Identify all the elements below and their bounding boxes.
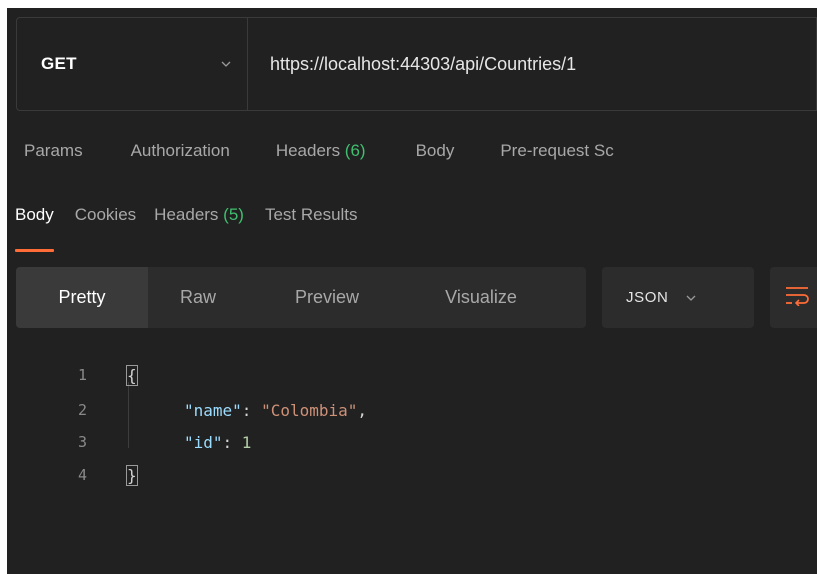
method-label: GET <box>41 54 77 73</box>
code-line-3: 3 "id": 1 <box>7 429 251 455</box>
url-input[interactable]: https://localhost:44303/api/Countries/1 <box>248 18 816 110</box>
pretty-button[interactable]: Pretty <box>16 267 148 328</box>
tab-params[interactable]: Params <box>24 141 83 161</box>
response-tab-body[interactable]: Body <box>15 196 54 252</box>
raw-button[interactable]: Raw <box>148 267 248 328</box>
tab-headers-label: Headers <box>275 141 345 160</box>
chevron-down-icon <box>221 59 231 69</box>
response-tab-test-results-label: Test Results <box>264 205 358 224</box>
request-bar: GET https://localhost:44303/api/Countrie… <box>16 17 817 111</box>
wrap-lines-icon <box>784 284 810 311</box>
format-label: JSON <box>626 289 669 306</box>
view-mode-toggle: Pretty Raw Preview Visualize <box>16 267 586 328</box>
response-headers-count-badge: (5) <box>223 205 244 224</box>
response-tab-headers-label: Headers <box>154 205 224 224</box>
json-comma: , <box>357 400 368 420</box>
code-line-1: 1 { <box>7 362 138 388</box>
code-line-4: 4 } <box>7 462 138 488</box>
preview-button[interactable]: Preview <box>248 267 406 328</box>
tab-headers[interactable]: Headers (6) <box>276 141 366 161</box>
code-line-2-content: "name": "Colombia", <box>184 401 367 420</box>
response-tab-body-label: Body <box>15 205 54 224</box>
response-body-editor[interactable]: 1 { 2 "name": "Colombia", 3 "id": 1 4 } <box>7 348 817 508</box>
response-tab-test-results[interactable]: Test Results <box>265 196 358 252</box>
json-value-name: "Colombia" <box>261 400 358 420</box>
tab-authorization-label: Authorization <box>130 141 230 160</box>
line-number: 3 <box>77 433 87 451</box>
json-key-id: "id" <box>184 432 223 452</box>
wrap-lines-button[interactable] <box>770 267 817 328</box>
chevron-down-icon <box>686 293 696 303</box>
tab-pre-request-script[interactable]: Pre-request Sc <box>500 141 613 161</box>
tab-pre-request-label: Pre-request Sc <box>500 141 614 160</box>
response-tab-headers[interactable]: Headers (5) <box>154 196 244 252</box>
close-brace: } <box>126 464 138 486</box>
open-brace: { <box>126 364 138 386</box>
code-line-3-content: "id": 1 <box>184 433 251 452</box>
tab-authorization[interactable]: Authorization <box>131 141 230 161</box>
tab-body[interactable]: Body <box>416 141 455 161</box>
line-number: 4 <box>77 466 87 484</box>
indent-guide <box>128 382 129 448</box>
response-tabs: Body Cookies Headers (5) Test Results <box>7 196 358 256</box>
visualize-button[interactable]: Visualize <box>406 267 556 328</box>
json-value-id: 1 <box>241 432 252 452</box>
code-line-2: 2 "name": "Colombia", <box>7 397 367 423</box>
headers-count-badge: (6) <box>344 141 366 160</box>
json-key-name: "name" <box>184 400 242 420</box>
response-tab-cookies[interactable]: Cookies <box>75 196 136 252</box>
method-dropdown[interactable]: GET <box>17 18 248 110</box>
postman-window: GET https://localhost:44303/api/Countrie… <box>7 8 817 574</box>
request-tabs: Params Authorization Headers (6) Body Pr… <box>7 126 817 176</box>
response-tab-cookies-label: Cookies <box>74 205 137 224</box>
line-number: 1 <box>77 366 87 384</box>
json-separator: : <box>222 432 242 452</box>
tab-params-label: Params <box>24 141 83 160</box>
format-dropdown[interactable]: JSON <box>602 267 754 328</box>
line-number: 2 <box>77 401 87 419</box>
tab-body-label: Body <box>415 141 455 160</box>
json-separator: : <box>241 400 262 420</box>
